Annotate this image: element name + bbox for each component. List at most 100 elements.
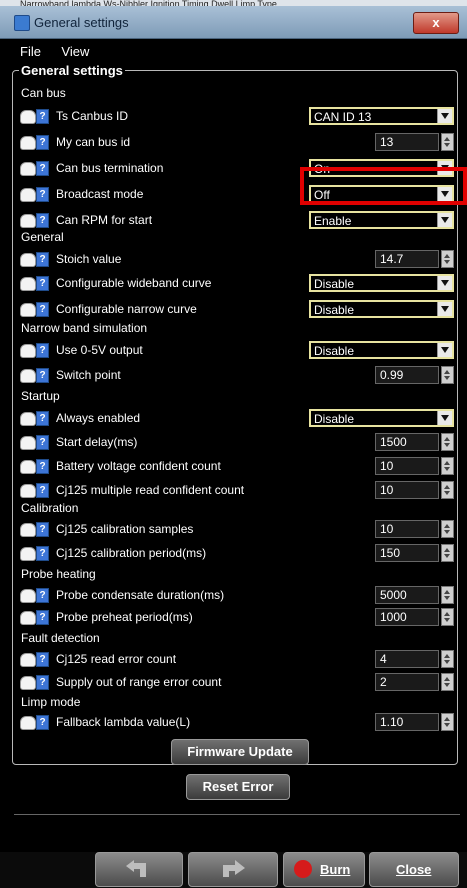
firmware-update-button[interactable]: Firmware Update <box>171 739 309 765</box>
chevron-down-icon[interactable] <box>437 213 452 227</box>
select-value: Disable <box>314 277 355 291</box>
undo-button[interactable] <box>95 852 183 887</box>
menu-bar: File View <box>12 43 462 63</box>
setting-label: Broadcast mode <box>56 187 144 201</box>
help-icon[interactable]: ? <box>36 546 49 561</box>
title-bar[interactable]: General settings x <box>0 6 467 39</box>
spinner-icon[interactable] <box>441 250 454 268</box>
use-0-5v-output-select[interactable]: Disable <box>309 341 454 359</box>
menu-file[interactable]: File <box>20 44 41 59</box>
setting-label: Always enabled <box>56 411 141 425</box>
setting-icon <box>20 162 36 176</box>
section-startup: Startup <box>21 389 60 403</box>
annotation-highlight-box <box>300 167 467 205</box>
ts-canbus-id-select[interactable]: CAN ID 13 <box>309 107 454 125</box>
chevron-down-icon[interactable] <box>437 343 452 357</box>
section-probe-heating: Probe heating <box>21 567 96 581</box>
configurable-wideband-curve-select[interactable]: Disable <box>309 274 454 292</box>
help-icon[interactable]: ? <box>36 588 49 603</box>
setting-probe-preheat-period: ? Probe preheat period(ms) 1000 <box>20 607 456 629</box>
probe-condensate-duration-input[interactable]: 5000 <box>375 586 439 604</box>
cj125-multiple-read-confident-count-input[interactable]: 10 <box>375 481 439 499</box>
section-narrow-band: Narrow band simulation <box>21 321 148 335</box>
setting-icon <box>20 547 36 561</box>
setting-label: Stoich value <box>56 252 122 266</box>
probe-preheat-period-input[interactable]: 1000 <box>375 608 439 626</box>
chevron-down-icon[interactable] <box>437 302 452 316</box>
stoich-value-input[interactable]: 14.7 <box>375 250 439 268</box>
configurable-narrow-curve-select[interactable]: Disable <box>309 300 454 318</box>
spinner-icon[interactable] <box>441 713 454 731</box>
input-value: 0.99 <box>380 368 404 382</box>
setting-icon <box>20 484 36 498</box>
spinner-icon[interactable] <box>441 650 454 668</box>
spinner-icon[interactable] <box>441 133 454 151</box>
setting-icon <box>20 369 36 383</box>
my-can-bus-id-input[interactable]: 13 <box>375 133 439 151</box>
chevron-down-icon[interactable] <box>437 276 452 290</box>
spinner-icon[interactable] <box>441 481 454 499</box>
setting-always-enabled: ? Always enabled Disable <box>20 408 456 430</box>
redo-icon <box>223 860 245 877</box>
help-icon[interactable]: ? <box>36 459 49 474</box>
help-icon[interactable]: ? <box>36 652 49 667</box>
redo-button[interactable] <box>188 852 278 887</box>
spinner-icon[interactable] <box>441 433 454 451</box>
reset-error-button[interactable]: Reset Error <box>186 774 290 800</box>
always-enabled-select[interactable]: Disable <box>309 409 454 427</box>
help-icon[interactable]: ? <box>36 675 49 690</box>
help-icon[interactable]: ? <box>36 135 49 150</box>
input-value: 1000 <box>380 610 407 624</box>
help-icon[interactable]: ? <box>36 610 49 625</box>
burn-button[interactable]: Burn <box>283 852 365 887</box>
help-icon[interactable]: ? <box>36 276 49 291</box>
help-icon[interactable]: ? <box>36 343 49 358</box>
setting-ts-canbus-id: ? Ts Canbus ID CAN ID 13 <box>20 106 456 128</box>
cj125-calibration-samples-input[interactable]: 10 <box>375 520 439 538</box>
help-icon[interactable]: ? <box>36 252 49 267</box>
close-button[interactable]: Close <box>369 852 459 887</box>
help-icon[interactable]: ? <box>36 213 49 228</box>
chevron-down-icon[interactable] <box>437 411 452 425</box>
spinner-icon[interactable] <box>441 457 454 475</box>
help-icon[interactable]: ? <box>36 715 49 730</box>
can-rpm-for-start-select[interactable]: Enable <box>309 211 454 229</box>
supply-out-of-range-error-count-input[interactable]: 2 <box>375 673 439 691</box>
spinner-icon[interactable] <box>441 520 454 538</box>
window-close-button[interactable]: x <box>413 12 459 34</box>
spinner-icon[interactable] <box>441 608 454 626</box>
spinner-icon[interactable] <box>441 673 454 691</box>
input-value: 4 <box>380 652 387 666</box>
setting-icon <box>20 412 36 426</box>
help-icon[interactable]: ? <box>36 411 49 426</box>
input-value: 10 <box>380 459 394 473</box>
cj125-calibration-period-input[interactable]: 150 <box>375 544 439 562</box>
menu-view[interactable]: View <box>61 44 89 59</box>
setting-icon <box>20 188 36 202</box>
spinner-icon[interactable] <box>441 586 454 604</box>
help-icon[interactable]: ? <box>36 109 49 124</box>
start-delay-input[interactable]: 1500 <box>375 433 439 451</box>
burn-label: Burn <box>320 862 351 877</box>
battery-voltage-confident-count-input[interactable]: 10 <box>375 457 439 475</box>
help-icon[interactable]: ? <box>36 483 49 498</box>
switch-point-input[interactable]: 0.99 <box>375 366 439 384</box>
help-icon[interactable]: ? <box>36 187 49 202</box>
cj125-read-error-count-input[interactable]: 4 <box>375 650 439 668</box>
setting-label: Probe preheat period(ms) <box>56 610 193 624</box>
spinner-icon[interactable] <box>441 544 454 562</box>
setting-label: Cj125 calibration samples <box>56 522 194 536</box>
section-calibration: Calibration <box>21 501 79 515</box>
chevron-down-icon[interactable] <box>437 109 452 123</box>
setting-label: Ts Canbus ID <box>56 109 129 123</box>
setting-cj125-read-error-count: ? Cj125 read error count 4 <box>20 649 456 671</box>
setting-configurable-wideband-curve: ? Configurable wideband curve Disable <box>20 273 456 295</box>
help-icon[interactable]: ? <box>36 161 49 176</box>
help-icon[interactable]: ? <box>36 435 49 450</box>
help-icon[interactable]: ? <box>36 302 49 317</box>
spinner-icon[interactable] <box>441 366 454 384</box>
help-icon[interactable]: ? <box>36 522 49 537</box>
setting-label: Can RPM for start <box>56 213 153 227</box>
fallback-lambda-value-input[interactable]: 1.10 <box>375 713 439 731</box>
help-icon[interactable]: ? <box>36 368 49 383</box>
